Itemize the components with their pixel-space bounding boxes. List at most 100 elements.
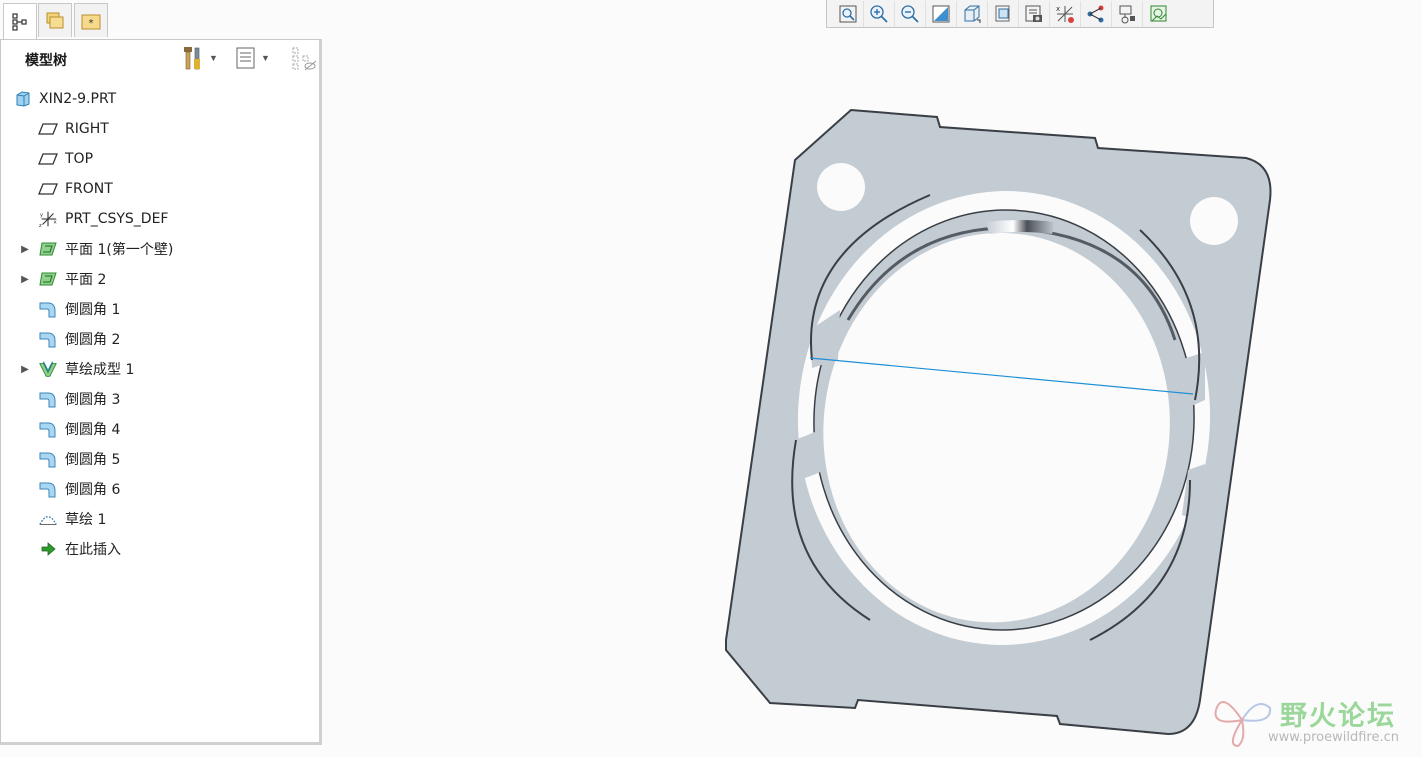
- datum-plane-icon: [38, 179, 58, 199]
- butterfly-logo-icon: [1214, 701, 1272, 748]
- datum-plane-icon: [38, 149, 58, 169]
- tree-item-round[interactable]: 倒圆角 1: [1, 294, 319, 324]
- csys-icon: y z x: [38, 209, 58, 229]
- insert-here-icon: [38, 539, 58, 559]
- model-tree-icon: [12, 13, 27, 31]
- spin-center-icon: [1119, 5, 1135, 23]
- tree-item-round[interactable]: 倒圆角 2: [1, 324, 319, 354]
- annotation-display-button[interactable]: [1081, 0, 1112, 27]
- expand-arrow-icon[interactable]: ▶: [20, 364, 30, 375]
- tools-icon: [184, 47, 200, 70]
- model-tree-panel: 模型树 ▼ ▼ XIN2-9.PRT RIGHT TOP FRONT y z x…: [0, 39, 322, 745]
- datum-display-filters-button[interactable]: x: [1050, 0, 1081, 27]
- tree-item-round[interactable]: 倒圆角 5: [1, 444, 319, 474]
- saved-orientations-button[interactable]: [988, 0, 1019, 27]
- list-settings-icon: [236, 47, 255, 69]
- tree-item-datum-plane[interactable]: TOP: [1, 144, 319, 174]
- tree-item-label: 倒圆角 1: [65, 302, 121, 318]
- flat-wall-icon: [38, 269, 58, 289]
- tree-item-datum-plane[interactable]: RIGHT: [1, 114, 319, 144]
- tree-item-label: 倒圆角 3: [65, 392, 121, 408]
- expand-arrow-icon[interactable]: ▶: [20, 274, 30, 285]
- tree-item-flat-wall[interactable]: ▶ 平面 2: [1, 264, 319, 294]
- tree-item-round[interactable]: 倒圆角 6: [1, 474, 319, 504]
- model-tree: XIN2-9.PRT RIGHT TOP FRONT y z x PRT_CSY…: [1, 84, 319, 564]
- sketch-form-icon: [38, 359, 58, 379]
- view-manager-button[interactable]: [1019, 0, 1050, 27]
- tree-filter-button[interactable]: [291, 44, 317, 72]
- tree-item-label: 在此插入: [65, 542, 121, 558]
- annotation-display-icon: [1087, 5, 1104, 22]
- spin-center-button[interactable]: [1112, 0, 1143, 27]
- display-style-button[interactable]: [957, 0, 988, 27]
- svg-text:y: y: [40, 212, 44, 218]
- tree-item-label: FRONT: [65, 181, 113, 197]
- tab-folder-browser[interactable]: [38, 3, 72, 37]
- zoom-in-icon: [870, 4, 888, 23]
- round-icon: [38, 299, 58, 319]
- datum-display-filters-icon: x: [1056, 5, 1074, 23]
- tree-item-label: 草绘 1: [65, 512, 107, 528]
- settings-button[interactable]: ▼: [181, 44, 218, 72]
- appearance-button[interactable]: [1143, 1, 1174, 27]
- tree-item-part[interactable]: XIN2-9.PRT: [1, 84, 319, 114]
- show-button[interactable]: ▼: [235, 44, 270, 72]
- watermark-url: www.proewildfire.cn: [1268, 730, 1399, 745]
- graphics-toolbar: x: [826, 0, 1214, 28]
- svg-text:z: z: [39, 223, 42, 229]
- tree-item-label: 草绘成型 1: [65, 362, 135, 378]
- flat-wall-icon: [38, 239, 58, 259]
- tree-item-label: 倒圆角 6: [65, 482, 121, 498]
- tree-item-insert-here[interactable]: 在此插入: [1, 534, 319, 564]
- zoom-in-button[interactable]: [864, 0, 895, 27]
- repaint-icon: [932, 5, 950, 22]
- refit-icon: [839, 5, 857, 22]
- tree-item-label: PRT_CSYS_DEF: [65, 211, 169, 227]
- favorites-icon: *: [81, 14, 101, 29]
- tree-item-csys[interactable]: y z x PRT_CSYS_DEF: [1, 204, 319, 234]
- round-icon: [38, 329, 58, 349]
- tree-item-label: 倒圆角 5: [65, 452, 121, 468]
- tree-item-label: 倒圆角 2: [65, 332, 121, 348]
- round-icon: [38, 479, 58, 499]
- sketch-icon: [38, 509, 58, 529]
- tree-item-label: TOP: [65, 151, 94, 167]
- tree-item-round[interactable]: 倒圆角 3: [1, 384, 319, 414]
- tree-item-label: 平面 2: [65, 272, 107, 288]
- tab-favorites[interactable]: *: [74, 3, 108, 37]
- forum-watermark: 野火论坛 www.proewildfire.cn: [1212, 690, 1417, 750]
- tree-item-sketch[interactable]: 草绘 1: [1, 504, 319, 534]
- panel-header: 模型树 ▼ ▼: [1, 40, 319, 76]
- tree-filter-icon: [292, 47, 317, 71]
- zoom-out-button[interactable]: [895, 0, 926, 27]
- graphics-viewport[interactable]: [326, 28, 1422, 757]
- tree-item-flat-wall[interactable]: ▶ 平面 1(第一个壁): [1, 234, 319, 264]
- round-icon: [38, 389, 58, 409]
- expand-arrow-icon[interactable]: ▶: [20, 244, 30, 255]
- tab-model-tree[interactable]: [3, 3, 37, 40]
- tree-item-datum-plane[interactable]: FRONT: [1, 174, 319, 204]
- repaint-button[interactable]: [926, 0, 957, 27]
- tree-item-round[interactable]: 倒圆角 4: [1, 414, 319, 444]
- tree-item-label: RIGHT: [65, 121, 109, 137]
- svg-text:x: x: [1056, 5, 1060, 13]
- display-style-icon: [964, 5, 981, 23]
- tree-item-label: XIN2-9.PRT: [39, 91, 117, 107]
- round-icon: [38, 449, 58, 469]
- round-icon: [38, 419, 58, 439]
- zoom-out-icon: [901, 4, 919, 23]
- svg-text:x: x: [53, 220, 57, 226]
- panel-title: 模型树: [25, 53, 67, 69]
- datum-plane-icon: [38, 119, 58, 139]
- sheetmetal-part-model: [725, 108, 1272, 736]
- view-manager-icon: [1025, 5, 1042, 22]
- tree-item-sketch-form[interactable]: ▶ 草绘成型 1: [1, 354, 319, 384]
- refit-button[interactable]: [833, 0, 864, 27]
- watermark-text: 野火论坛: [1280, 701, 1396, 732]
- navigator-tabs: *: [0, 0, 112, 40]
- part-icon: [13, 89, 33, 109]
- saved-orientations-icon: [995, 5, 1010, 21]
- svg-text:*: *: [89, 18, 94, 29]
- folder-browser-icon: [46, 12, 64, 28]
- appearance-icon: [1150, 5, 1166, 21]
